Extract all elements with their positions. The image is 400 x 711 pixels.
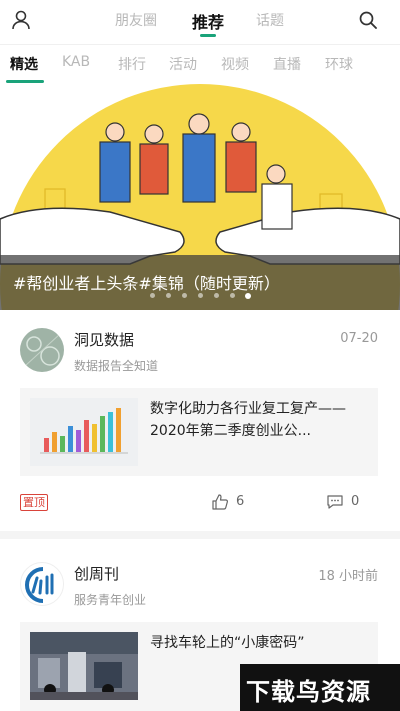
top-bar: 朋友圈 推荐 话题 [0,0,400,40]
watermark-logo: 下载鸟资源 [246,678,371,706]
author-subtitle: 服务青年创业 [74,593,147,607]
author-name[interactable]: 创周刊 [74,563,119,584]
post-time: 18 小时前 [318,569,378,584]
feed-card[interactable]: 洞见数据 数据报告全知道 07-20 数字化助力各行业复工复产——2020年第二… [0,318,400,516]
article-preview[interactable]: 数字化助力各行业复工复产——2020年第二季度创业公... [20,388,378,476]
tab-recommend[interactable]: 推荐 [192,9,224,33]
category-live[interactable]: 直播 [273,54,301,74]
category-nav: 精选 KAB 排行 活动 视频 直播 环球 [0,44,400,83]
pinned-badge: 置顶 [20,494,48,511]
post-time: 07-20 [340,331,378,346]
tab-recommend-indicator [200,34,216,37]
category-video[interactable]: 视频 [221,54,249,74]
category-featured-indicator [6,80,44,83]
carousel-dot[interactable] [198,293,203,298]
carousel-dot[interactable] [150,293,155,298]
category-kab[interactable]: KAB [62,54,90,70]
carousel-dot[interactable] [230,293,235,298]
tab-topics[interactable]: 话题 [256,10,284,30]
banner-carousel[interactable]: #帮创业者上头条#集锦（随时更新） [0,84,400,310]
thumbs-up-icon[interactable] [211,493,229,515]
article-thumbnail [30,398,138,466]
search-icon[interactable] [357,9,379,31]
like-count: 6 [236,494,245,509]
category-events[interactable]: 活动 [169,54,197,74]
article-thumbnail [30,632,138,700]
section-divider [0,531,400,539]
user-icon[interactable] [10,9,32,31]
category-global[interactable]: 环球 [325,54,353,74]
banner-caption: #帮创业者上头条#集锦（随时更新） [13,274,280,293]
carousel-dot[interactable] [182,293,187,298]
author-subtitle: 数据报告全知道 [74,359,159,373]
carousel-dot-active[interactable] [245,292,251,299]
author-name[interactable]: 洞见数据 [74,329,134,350]
carousel-dot[interactable] [214,293,219,298]
comment-count: 0 [351,494,360,509]
avatar[interactable] [20,328,64,372]
category-featured[interactable]: 精选 [10,54,38,74]
article-title: 寻找车轮上的“小康密码” [150,635,305,651]
category-ranking[interactable]: 排行 [118,54,146,74]
tab-friends[interactable]: 朋友圈 [115,10,157,30]
avatar[interactable] [20,562,64,606]
carousel-dot[interactable] [166,293,171,298]
article-title: 数字化助力各行业复工复产——2020年第二季度创业公... [150,401,346,439]
comment-icon[interactable] [326,493,344,515]
